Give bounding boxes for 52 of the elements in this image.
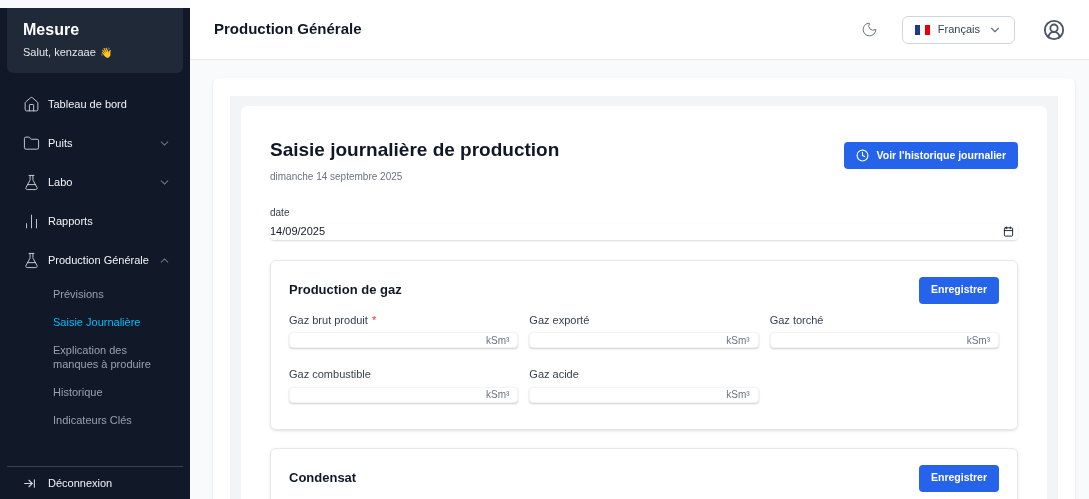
date-subtitle: dimanche 14 septembre 2025 (270, 169, 404, 184)
clock-icon (855, 149, 869, 162)
field-label: date (270, 205, 291, 220)
logout-icon (23, 476, 36, 490)
field-label: Gaz combustible (289, 367, 371, 382)
sidebar-item[interactable]: Puits (7, 123, 183, 163)
calendar-icon (1003, 226, 1014, 237)
input-field[interactable]: kSm³ (529, 332, 759, 348)
sidebar-subitem[interactable]: Saisie Journalière (53, 307, 171, 336)
waving-hand-icon: 👋 (99, 44, 112, 60)
required-asterisk: * (371, 312, 377, 328)
field-label: Gaz exporté (529, 312, 590, 328)
input-field[interactable]: kSm³ (289, 332, 519, 348)
section-title: Condensat (289, 469, 357, 488)
history-button[interactable]: Voir l'historique journalier (843, 142, 1018, 169)
bar-chart-icon (23, 212, 40, 230)
sidebar-item[interactable]: Production Générale (7, 240, 183, 280)
sidebar-subitem[interactable]: Explication des manques à produire (53, 335, 171, 378)
field-label: Gaz brut produit (289, 312, 368, 328)
house-icon (23, 95, 40, 113)
unit-label: kSm³ (726, 333, 750, 348)
sidebar-subitem[interactable]: Indicateurs Clés (53, 405, 171, 434)
sidebar-item[interactable]: Rapports (7, 201, 183, 241)
date-field[interactable]: 14/09/2025 (270, 223, 1018, 240)
moon-icon[interactable] (860, 21, 878, 38)
greeting: Salut, kenzaae (23, 45, 96, 60)
input-field[interactable]: kSm³ (289, 386, 519, 403)
field-label: Gaz acide (529, 367, 579, 382)
page-heading: Production Générale (214, 19, 363, 40)
unit-label: kSm³ (966, 333, 990, 348)
save-button[interactable]: Enregistrer (918, 464, 999, 492)
sidebar-subitem[interactable]: Historique (53, 377, 171, 406)
flask-icon (23, 173, 40, 191)
unit-label: kSm³ (486, 333, 510, 348)
flag-icon (914, 24, 930, 35)
form-title: Saisie journalière de production (270, 138, 561, 162)
folder-icon (23, 134, 40, 152)
input-field[interactable]: kSm³ (769, 332, 999, 348)
user-icon[interactable] (1043, 18, 1065, 41)
logout-button[interactable]: Déconnexion (7, 466, 183, 499)
sidebar-subitem[interactable]: Prévisions (53, 279, 171, 308)
app-name: Mesure (23, 20, 81, 40)
input-field[interactable]: kSm³ (529, 386, 759, 403)
sidebar-item[interactable]: Tableau de bord (7, 84, 183, 124)
unit-label: kSm³ (726, 388, 750, 402)
save-button[interactable]: Enregistrer (918, 276, 999, 304)
flask-icon (23, 251, 40, 269)
field-label: Gaz torché (769, 312, 824, 328)
language-select[interactable]: Français (901, 15, 1015, 44)
section-title: Production de gaz (289, 281, 402, 300)
unit-label: kSm³ (486, 388, 510, 402)
sidebar-item[interactable]: Labo (7, 162, 183, 202)
